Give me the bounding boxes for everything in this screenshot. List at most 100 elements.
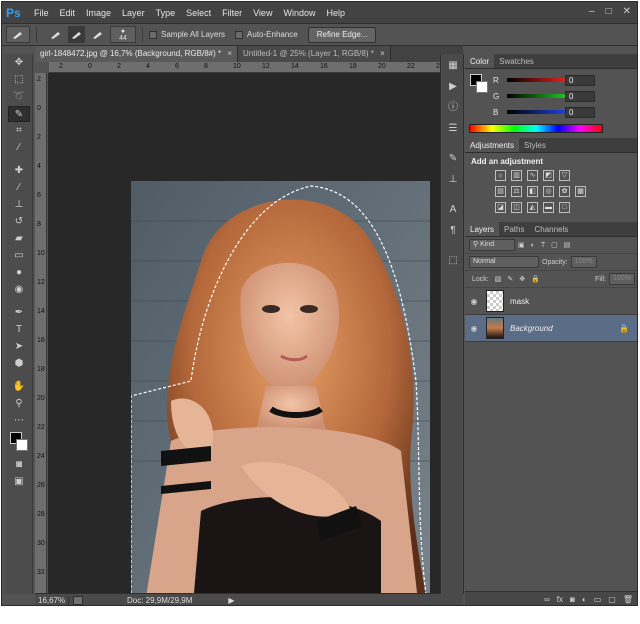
color-spectrum-ramp[interactable] (469, 124, 603, 133)
hue-saturation-icon[interactable]: ▤ (495, 186, 506, 197)
brush-panel-button[interactable]: ✎ (444, 150, 462, 168)
minimize-button[interactable]: – (589, 6, 595, 17)
posterize-icon[interactable]: ◫ (511, 202, 522, 213)
new-selection-button[interactable] (47, 26, 64, 43)
menu-help[interactable]: Help (326, 8, 345, 18)
tab-adjustments[interactable]: Adjustments (465, 138, 520, 152)
layer-row-mask[interactable]: ◉ mask (465, 288, 637, 315)
info-panel-button[interactable]: ⓘ (444, 99, 462, 117)
character-panel-button[interactable]: A (444, 201, 462, 219)
shape-tool[interactable]: ⬢ (8, 356, 30, 372)
green-value-input[interactable]: 0 (565, 90, 595, 102)
tool-presets-panel-button[interactable]: ⬚ (444, 252, 462, 270)
menu-window[interactable]: Window (283, 8, 315, 18)
tab-layers[interactable]: Layers (465, 222, 500, 236)
clone-source-panel-button[interactable]: ⊥ (444, 171, 462, 189)
menu-image[interactable]: Image (86, 8, 111, 18)
auto-enhance-checkbox[interactable]: Auto-Enhance (235, 30, 298, 39)
menu-type[interactable]: Type (156, 8, 176, 18)
eyedropper-tool[interactable]: ⁄ (8, 140, 30, 156)
type-filter-icon[interactable]: T (541, 242, 545, 249)
fill-input[interactable]: 100% (609, 273, 635, 285)
misc-tool[interactable]: ⋯ (8, 413, 30, 429)
close-button[interactable]: ✕ (623, 6, 631, 17)
zoom-tool[interactable]: ⚲ (8, 396, 30, 412)
background-color-swatch[interactable] (16, 439, 28, 451)
link-layers-icon[interactable]: ∞ (544, 595, 550, 604)
tab-paths[interactable]: Paths (499, 222, 529, 236)
lock-all-icon[interactable]: 🔒 (531, 275, 540, 283)
status-menu-arrow-icon[interactable]: ▶ (228, 596, 234, 605)
opacity-input[interactable]: 100% (570, 256, 597, 268)
adjustment-filter-icon[interactable]: ◐ (531, 242, 535, 249)
menu-file[interactable]: File (34, 8, 49, 18)
history-panel-button[interactable]: ▦ (444, 57, 462, 75)
selective-color-icon[interactable]: □ (559, 202, 570, 213)
actions-panel-button[interactable]: ▶ (444, 78, 462, 96)
zoom-level[interactable]: 16,67% (35, 595, 69, 605)
add-to-selection-button[interactable] (68, 26, 85, 43)
color-balance-icon[interactable]: ⚖ (511, 186, 522, 197)
tool-preset-picker[interactable] (6, 26, 30, 43)
brush-size-picker[interactable]: ● 44 (110, 26, 136, 43)
tab-styles[interactable]: Styles (519, 138, 551, 152)
refine-edge-button[interactable]: Refine Edge... (307, 26, 377, 43)
tab-close-icon[interactable]: × (380, 49, 385, 58)
menu-select[interactable]: Select (186, 8, 211, 18)
gradient-map-icon[interactable]: ▬ (543, 202, 554, 213)
paragraph-panel-button[interactable]: ¶ (444, 222, 462, 240)
add-mask-icon[interactable]: ◙ (570, 595, 575, 604)
layer-style-icon[interactable]: fx (557, 595, 563, 604)
new-group-icon[interactable]: ▭ (594, 595, 602, 604)
lasso-tool[interactable]: ➰ (8, 89, 30, 105)
smart-object-filter-icon[interactable]: ▤ (564, 241, 571, 249)
lock-transparent-icon[interactable]: ▨ (495, 275, 502, 283)
menu-edit[interactable]: Edit (60, 8, 76, 18)
menu-view[interactable]: View (253, 8, 272, 18)
eraser-tool[interactable]: ▰ (8, 231, 30, 247)
sample-all-layers-checkbox[interactable]: Sample All Layers (149, 30, 225, 39)
checkbox-box[interactable] (235, 30, 244, 39)
photo-filter-icon[interactable]: ◎ (543, 186, 554, 197)
eye-icon[interactable]: ◉ (465, 297, 483, 306)
new-layer-icon[interactable]: ▢ (608, 595, 616, 604)
properties-panel-button[interactable]: ☰ (444, 120, 462, 138)
screen-mode-button[interactable]: ▣ (8, 474, 30, 490)
lock-pixels-icon[interactable]: ✎ (507, 275, 513, 283)
gradient-tool[interactable]: ▭ (8, 248, 30, 264)
brush-tool[interactable]: ⁄ (8, 180, 30, 196)
pixel-filter-icon[interactable]: ▣ (518, 241, 525, 249)
green-slider[interactable] (507, 94, 565, 98)
tab-channels[interactable]: Channels (529, 222, 573, 236)
history-brush-tool[interactable]: ↺ (8, 214, 30, 230)
move-tool[interactable]: ✥ (8, 55, 30, 71)
levels-icon[interactable]: ▥ (511, 170, 522, 181)
tab-untitled-document[interactable]: Untitled-1 @ 25% (Layer 1, RGB/8) * × (238, 46, 391, 62)
invert-icon[interactable]: ◪ (495, 202, 506, 213)
type-tool[interactable]: T (8, 322, 30, 338)
clone-stamp-tool[interactable]: ⊥ (8, 197, 30, 213)
blue-slider[interactable] (507, 110, 565, 114)
lock-position-icon[interactable]: ✥ (519, 275, 525, 283)
tab-swatches[interactable]: Swatches (494, 54, 539, 68)
menu-layer[interactable]: Layer (122, 8, 145, 18)
checkbox-box[interactable] (149, 30, 157, 39)
healing-tool[interactable]: ✚ (8, 163, 30, 179)
background-color-swatch[interactable] (476, 81, 488, 93)
black-white-icon[interactable]: ◧ (527, 186, 538, 197)
brightness-icon[interactable]: ☼ (495, 170, 506, 181)
pen-tool[interactable]: ✒ (8, 305, 30, 321)
quick-mask-button[interactable]: ◙ (8, 457, 30, 473)
marquee-tool[interactable]: ⬚ (8, 72, 30, 88)
crop-tool[interactable]: ⌗ (8, 123, 30, 139)
hand-tool[interactable]: ✋ (8, 379, 30, 395)
tab-color[interactable]: Color (465, 54, 495, 68)
red-value-input[interactable]: 0 (565, 74, 595, 86)
channel-mixer-icon[interactable]: ✿ (559, 186, 570, 197)
document-image[interactable] (131, 181, 430, 605)
tab-girl-document[interactable]: girl-1848472.jpg @ 16,7% (Background, RG… (35, 46, 239, 62)
trash-icon[interactable]: 🗑 (623, 595, 633, 604)
quick-selection-tool[interactable]: ✎ (8, 106, 30, 122)
canvas-area[interactable] (48, 73, 463, 605)
maximize-button[interactable]: □ (606, 6, 612, 17)
